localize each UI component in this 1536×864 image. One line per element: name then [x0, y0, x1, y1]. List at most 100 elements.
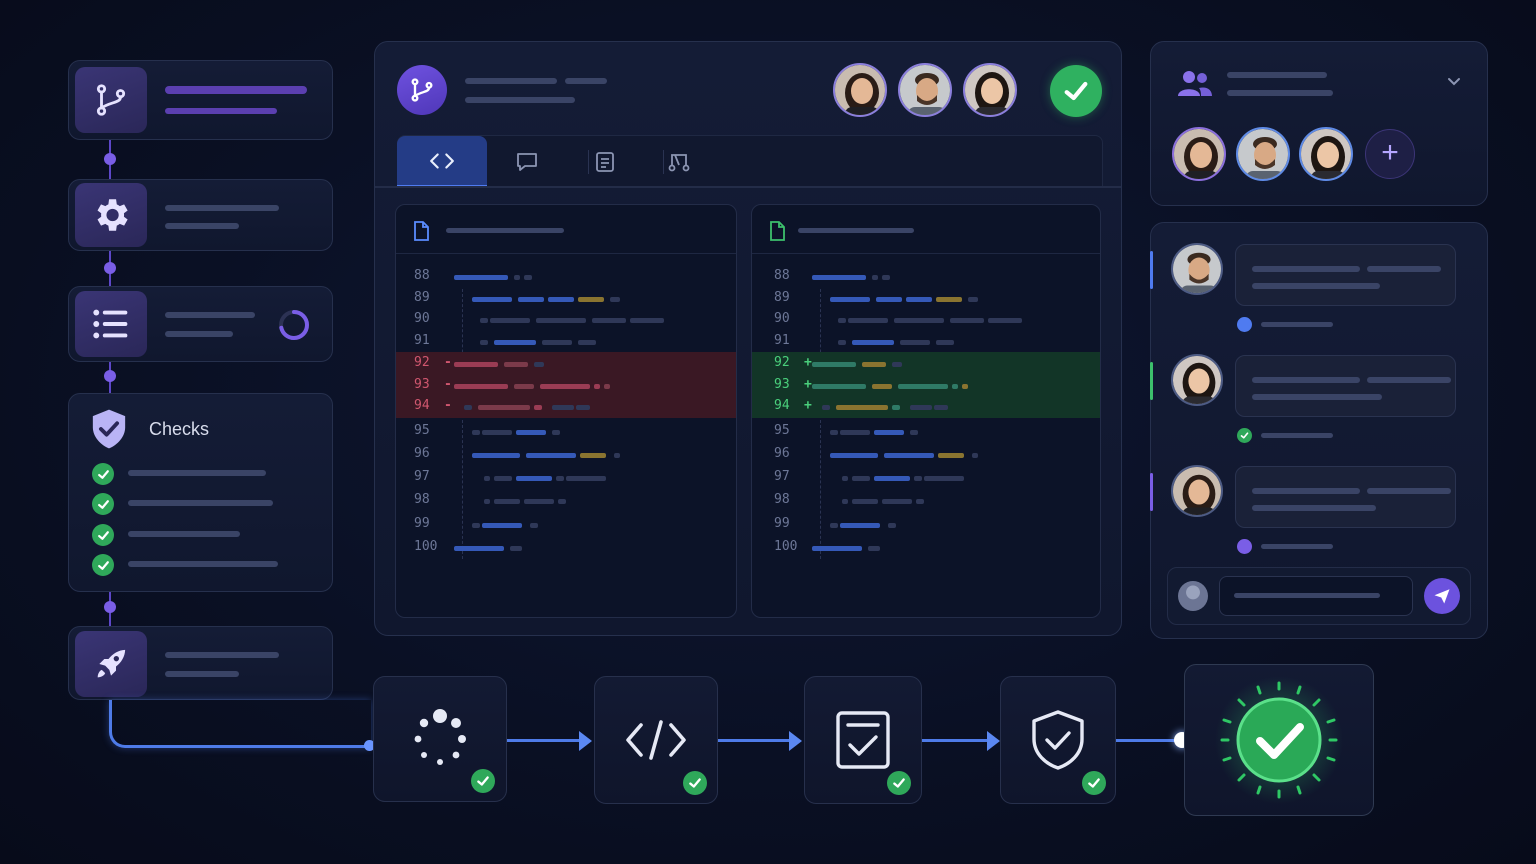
collaborator-avatar[interactable]: [1236, 127, 1290, 181]
comment-bubble[interactable]: [1235, 355, 1456, 417]
code-token: [578, 340, 596, 346]
list-icon: [75, 291, 147, 357]
code-token: [464, 405, 472, 411]
tab-merge[interactable]: [634, 136, 724, 188]
comment-bubble[interactable]: [1235, 244, 1456, 306]
tab-code[interactable]: [397, 136, 487, 188]
pipeline-step-success[interactable]: [1184, 664, 1374, 816]
step-complete-icon: [471, 769, 495, 793]
code-token: [900, 340, 930, 346]
send-icon: [1434, 589, 1450, 604]
checklist-icon: [836, 711, 890, 769]
shield-icon: [1032, 710, 1084, 770]
comment-meta-placeholder: [1261, 544, 1333, 549]
added-line-marker: +: [804, 398, 812, 414]
pipeline-step-code[interactable]: [594, 676, 718, 804]
comment-text-placeholder: [1367, 377, 1451, 383]
send-button[interactable]: [1424, 578, 1460, 614]
comments-panel: [1150, 222, 1488, 639]
reply-input[interactable]: [1219, 576, 1413, 616]
code-token: [630, 318, 664, 324]
code-token: [472, 522, 480, 528]
file-header-divider: [752, 253, 1100, 254]
connector-dot: [104, 153, 116, 165]
check-icon: [92, 524, 114, 546]
code-token: [842, 499, 848, 505]
collaborator-avatar[interactable]: [1172, 127, 1226, 181]
chevron-down-icon[interactable]: [1446, 76, 1462, 88]
approved-status-icon: [1050, 65, 1102, 117]
comment-meta-placeholder: [1261, 433, 1333, 438]
code-token: [484, 476, 490, 482]
code-token: [962, 383, 968, 389]
line-number: 94: [774, 398, 790, 414]
pipeline-step-tasks[interactable]: [68, 286, 333, 362]
comment-accent-bar: [1150, 251, 1153, 289]
comment-accent-bar: [1150, 362, 1153, 400]
line-number: 88: [414, 268, 430, 283]
branch-icon: [75, 67, 147, 133]
reviewer-avatar[interactable]: [898, 63, 952, 117]
code-token: [548, 296, 574, 302]
code-token: [504, 361, 528, 367]
code-token: [580, 453, 606, 458]
code-token: [822, 405, 830, 411]
pipeline-step-branch[interactable]: [68, 60, 333, 140]
success-icon: [1215, 676, 1343, 804]
code-token: [494, 340, 536, 346]
pipeline-arrow: [718, 739, 792, 742]
pipeline-step-security[interactable]: [1000, 676, 1116, 804]
code-token: [534, 405, 542, 411]
code-token: [882, 275, 890, 280]
code-token: [842, 476, 848, 482]
pipeline-arrow: [1116, 739, 1182, 742]
file-icon: [770, 221, 785, 241]
code-token: [514, 383, 534, 389]
code-token: [872, 275, 878, 280]
line-number: 90: [414, 311, 430, 327]
line-number: 94: [414, 398, 430, 414]
tasks-subtitle-placeholder: [165, 331, 233, 337]
line-number: 100: [774, 538, 798, 554]
add-collaborator-button[interactable]: +: [1365, 129, 1415, 179]
code-token: [906, 296, 932, 302]
code-review-panel: 88 89 90 91 92-93-94-95 96 97 98 99 100 88 89 90 91 9…: [374, 41, 1122, 636]
reviewer-avatar[interactable]: [833, 63, 887, 117]
comment-text-placeholder: [1252, 266, 1360, 272]
reviewer-avatar[interactable]: [963, 63, 1017, 117]
pipeline-arrow: [922, 739, 990, 742]
code-token: [530, 522, 538, 528]
code-token: [916, 499, 924, 505]
code-token: [610, 296, 620, 302]
check-item-placeholder: [128, 500, 273, 506]
pipeline-step-test[interactable]: [804, 676, 922, 804]
indent-guide: [820, 289, 821, 559]
comment-accent-bar: [1150, 473, 1153, 511]
code-token: [454, 275, 508, 280]
code-token: [552, 429, 560, 435]
collaborator-avatar[interactable]: [1299, 127, 1353, 181]
collaborators-card: +: [1150, 41, 1488, 206]
status-dot: [1237, 539, 1252, 554]
code-token: [510, 545, 522, 551]
tasks-title-placeholder: [165, 312, 255, 318]
code-token: [566, 476, 606, 482]
code-token: [484, 499, 490, 505]
line-number: 98: [774, 492, 790, 508]
pipeline-step-deploy[interactable]: [68, 626, 333, 700]
code-token: [812, 383, 866, 389]
connector-dot: [104, 601, 116, 613]
line-number: 89: [774, 289, 790, 305]
checks-title: Checks: [149, 419, 210, 439]
code-token: [578, 296, 604, 302]
connector-dot: [104, 262, 116, 274]
code-token: [892, 405, 900, 411]
code-token: [910, 429, 918, 435]
arrow-head-icon: [789, 731, 802, 751]
tab-comments[interactable]: [482, 136, 572, 188]
pipeline-step-build[interactable]: [373, 676, 507, 802]
file-name-placeholder: [798, 228, 914, 233]
code-token: [874, 476, 910, 482]
comment-bubble[interactable]: [1235, 466, 1456, 528]
pipeline-step-settings[interactable]: [68, 179, 333, 251]
